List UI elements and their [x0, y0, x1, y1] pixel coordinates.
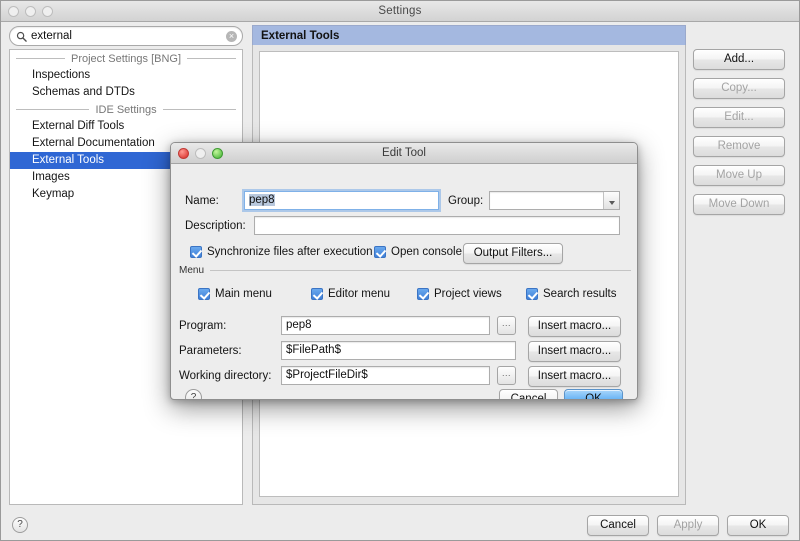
working-directory-browse-button[interactable]: ... — [497, 366, 516, 385]
clear-search-icon[interactable]: × — [226, 31, 237, 42]
group-separator-line — [16, 109, 90, 110]
page-title: External Tools — [261, 30, 340, 42]
name-input-value: pep8 — [249, 194, 275, 206]
remove-button[interactable]: Remove — [693, 136, 785, 157]
search-results-checkbox[interactable]: Search results — [526, 288, 617, 300]
dialog-cancel-button[interactable]: Cancel — [499, 389, 558, 399]
dialog-title: Edit Tool — [382, 147, 426, 159]
project-views-checkbox[interactable]: Project views — [417, 288, 502, 300]
settings-window: Settings external × Project Settings [BN… — [0, 0, 800, 541]
move-down-button[interactable]: Move Down — [693, 194, 785, 215]
program-input-value: pep8 — [286, 319, 312, 331]
synchronize-files-label: Synchronize files after execution — [207, 246, 373, 258]
editor-menu-label: Editor menu — [328, 288, 391, 300]
parameters-label: Parameters: — [179, 345, 242, 357]
content-header: External Tools — [252, 25, 686, 45]
dialog-zoom-button[interactable] — [212, 148, 223, 159]
add-button[interactable]: Add... — [693, 49, 785, 70]
dialog-ok-button[interactable]: OK — [564, 389, 623, 399]
program-browse-button[interactable]: ... — [497, 316, 516, 335]
minimize-button[interactable] — [25, 6, 36, 17]
dialog-footer-buttons: Cancel Apply OK — [587, 515, 789, 536]
search-field[interactable]: external × — [9, 26, 243, 46]
checkbox-icon[interactable] — [417, 288, 429, 300]
sidebar-group-label: Project Settings [BNG] — [70, 52, 182, 65]
main-menu-checkbox[interactable]: Main menu — [198, 288, 272, 300]
window-titlebar: Settings — [1, 1, 799, 22]
group-separator-line — [162, 109, 237, 110]
parameters-input-value: $FilePath$ — [286, 344, 341, 356]
program-input[interactable]: pep8 — [281, 316, 490, 335]
search-results-label: Search results — [543, 288, 617, 300]
ok-button[interactable]: OK — [727, 515, 789, 536]
working-directory-input-value: $ProjectFileDir$ — [286, 369, 368, 381]
cancel-button[interactable]: Cancel — [587, 515, 649, 536]
open-console-label: Open console — [391, 246, 462, 258]
sidebar-group-label: IDE Settings — [95, 103, 157, 116]
main-menu-label: Main menu — [215, 288, 272, 300]
program-insert-macro-button[interactable]: Insert macro... — [528, 316, 621, 337]
parameters-insert-macro-button[interactable]: Insert macro... — [528, 341, 621, 362]
group-separator-line — [210, 270, 631, 271]
copy-button[interactable]: Copy... — [693, 78, 785, 99]
menu-group-label: Menu — [179, 265, 205, 276]
working-directory-insert-macro-button[interactable]: Insert macro... — [528, 366, 621, 387]
dialog-titlebar: Edit Tool — [171, 143, 637, 164]
checkbox-icon[interactable] — [190, 246, 202, 258]
dialog-body: Name: pep8 Group: Description: Synchroni… — [171, 164, 637, 399]
program-label: Program: — [179, 320, 227, 332]
tools-actions-column: Add... Copy... Edit... Remove Move Up Mo… — [693, 49, 785, 215]
dialog-help-button[interactable]: ? — [185, 389, 202, 399]
window-traffic-lights — [8, 6, 53, 17]
chevron-down-icon[interactable] — [603, 192, 619, 209]
parameters-input[interactable]: $FilePath$ — [281, 341, 516, 360]
menu-group-separator: Menu — [179, 265, 631, 276]
description-input[interactable] — [254, 216, 620, 235]
zoom-button[interactable] — [42, 6, 53, 17]
checkbox-icon[interactable] — [374, 246, 386, 258]
name-label: Name: — [185, 195, 219, 207]
open-console-checkbox[interactable]: Open console — [374, 246, 462, 258]
sidebar-group-header: Project Settings [BNG] — [10, 50, 242, 67]
checkbox-icon[interactable] — [311, 288, 323, 300]
close-button[interactable] — [8, 6, 19, 17]
group-label: Group: — [448, 195, 484, 207]
sidebar-item-external-diff-tools[interactable]: External Diff Tools — [10, 118, 242, 135]
move-up-button[interactable]: Move Up — [693, 165, 785, 186]
window-title: Settings — [378, 5, 422, 17]
search-icon — [16, 31, 27, 42]
working-directory-input[interactable]: $ProjectFileDir$ — [281, 366, 490, 385]
settings-search[interactable]: external × — [9, 26, 243, 46]
sidebar-group-header: IDE Settings — [10, 101, 242, 118]
description-label: Description: — [185, 220, 246, 232]
checkbox-icon[interactable] — [198, 288, 210, 300]
group-combobox[interactable] — [489, 191, 620, 210]
group-separator-line — [187, 58, 237, 59]
checkbox-icon[interactable] — [526, 288, 538, 300]
editor-menu-checkbox[interactable]: Editor menu — [311, 288, 390, 300]
dialog-close-button[interactable] — [178, 148, 189, 159]
synchronize-files-checkbox[interactable]: Synchronize files after execution — [190, 246, 373, 258]
search-input[interactable]: external — [31, 30, 72, 42]
dialog-traffic-lights — [178, 148, 223, 159]
working-directory-label: Working directory: — [179, 370, 272, 382]
dialog-minimize-button[interactable] — [195, 148, 206, 159]
project-views-label: Project views — [434, 288, 502, 300]
apply-button[interactable]: Apply — [657, 515, 719, 536]
sidebar-item-inspections[interactable]: Inspections — [10, 67, 242, 84]
output-filters-button[interactable]: Output Filters... — [463, 243, 563, 264]
edit-tool-dialog: Edit Tool Name: pep8 Group: Description:… — [170, 142, 638, 400]
group-separator-line — [16, 58, 65, 59]
sidebar-item-schemas-and-dtds[interactable]: Schemas and DTDs — [10, 84, 242, 101]
edit-button[interactable]: Edit... — [693, 107, 785, 128]
name-input[interactable]: pep8 — [244, 191, 439, 210]
help-button[interactable]: ? — [12, 517, 28, 533]
